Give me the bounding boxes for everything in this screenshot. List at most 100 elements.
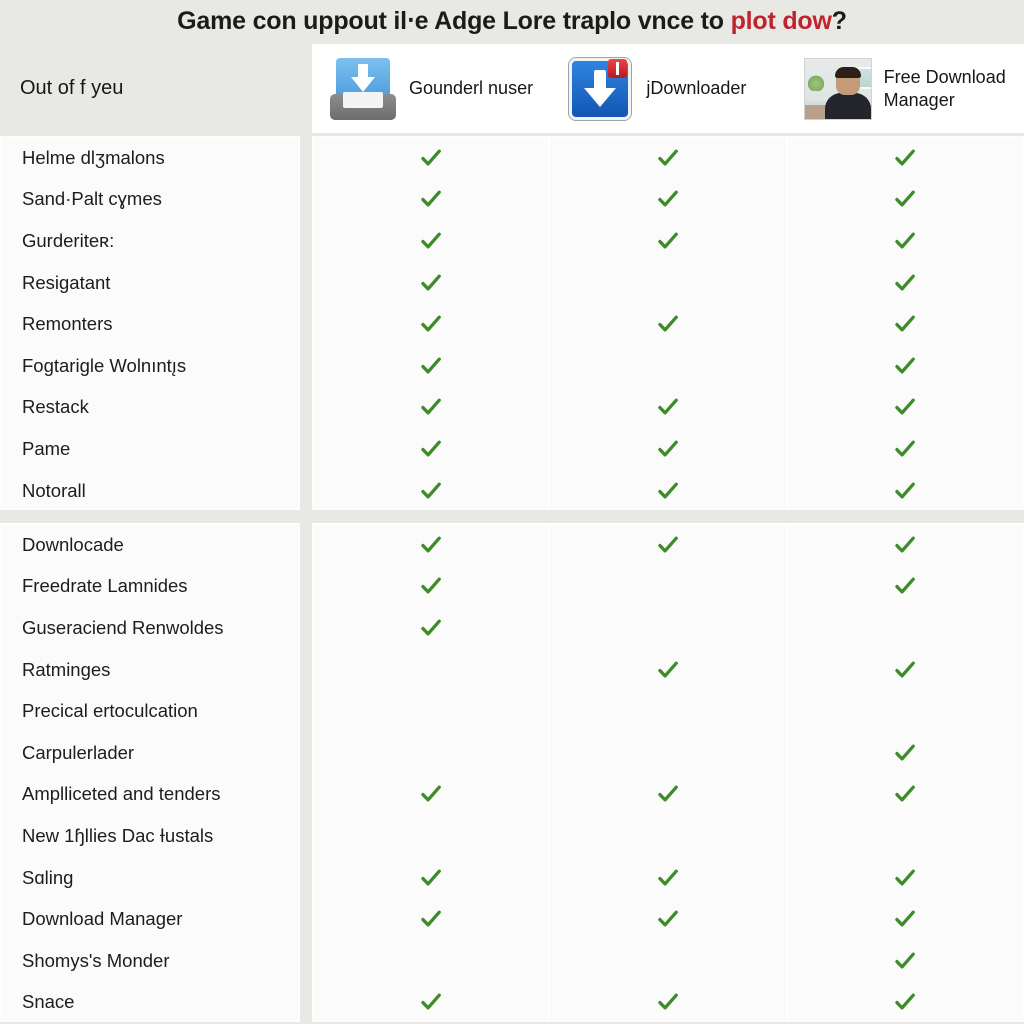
- check-icon: [658, 398, 678, 415]
- check-icon: [420, 785, 441, 802]
- feature-label-cell: Snace: [22, 991, 75, 1013]
- check-icon: [420, 274, 441, 291]
- check-icon: [420, 577, 441, 594]
- check-icon: [420, 232, 441, 249]
- support-cell: [550, 815, 785, 857]
- column-header-label: Free Download Manager: [883, 67, 1006, 110]
- check-icon: [658, 440, 678, 457]
- column-header-gounderl-nuser[interactable]: Gounderl nuser: [312, 44, 550, 133]
- check-icon: [895, 357, 916, 374]
- check-icon: [420, 190, 441, 207]
- page-title: Game con uppout il‧e Adge Lore traplo vn…: [177, 6, 847, 36]
- check-icon: [658, 536, 678, 553]
- support-cell: [550, 470, 785, 512]
- support-cell: [788, 524, 1023, 566]
- comparison-table-page: Game con uppout il‧e Adge Lore traplo vn…: [0, 0, 1024, 1024]
- feature-label-cell: Ratminges: [22, 658, 111, 680]
- column-header-label: jDownloader: [646, 78, 747, 99]
- support-cell: [313, 774, 548, 816]
- page-title-accent: plot dow: [730, 7, 832, 35]
- check-icon: [895, 910, 916, 927]
- check-icon: [895, 869, 916, 886]
- download-tray-icon: [329, 55, 397, 123]
- table-block: Helme dlʒmalons Sand·Palt cɣmes Gurderiteʀ…: [0, 136, 1024, 512]
- corner-label: Out of f yeu: [20, 77, 124, 99]
- support-cell: [788, 898, 1023, 940]
- check-icon: [895, 785, 916, 802]
- support-cell: [788, 607, 1023, 649]
- support-cell: [788, 179, 1023, 221]
- support-cell: [788, 345, 1023, 387]
- check-icon: [420, 536, 441, 553]
- support-cell: [313, 387, 548, 429]
- support-cell: [313, 303, 548, 345]
- feature-label-cell: Guseraciend Renwoldes: [22, 616, 224, 638]
- support-cell: [788, 262, 1023, 304]
- support-cell: [550, 345, 785, 387]
- check-icon: [895, 398, 916, 415]
- support-cell: [313, 607, 548, 649]
- support-cell: [313, 345, 548, 387]
- support-cell: [313, 566, 548, 608]
- column-header-label: Gounderl nuser: [409, 78, 534, 99]
- support-cell: [550, 137, 785, 179]
- data-column-2: [549, 523, 787, 1023]
- check-icon: [895, 232, 916, 249]
- check-icon: [420, 149, 441, 166]
- feature-label-cell: Fogtarigle Wolnıntı̨s: [22, 354, 187, 376]
- column-header-jdownloader[interactable]: jDownloader: [549, 44, 787, 133]
- free-download-manager-photo-icon: [803, 55, 872, 123]
- support-cell: [313, 220, 548, 262]
- header-gap: [300, 44, 312, 133]
- support-cell: [313, 898, 548, 940]
- check-icon: [420, 315, 441, 332]
- check-icon: [420, 398, 441, 415]
- support-cell: [313, 857, 548, 899]
- feature-label-cell: Sand·Palt cɣmes: [22, 188, 162, 210]
- support-cell: [788, 387, 1023, 429]
- check-icon: [420, 482, 441, 499]
- column-header-free-download-manager[interactable]: Free Download Manager: [786, 44, 1024, 133]
- table-header-row: Out of f yeu Gounderl nuser jDownloader …: [0, 44, 1024, 133]
- support-cell: [550, 387, 785, 429]
- feature-label-cell: Resigatant: [22, 271, 111, 293]
- jdownloader-icon: [566, 55, 634, 123]
- support-cell: [788, 815, 1023, 857]
- support-cell: [550, 607, 785, 649]
- data-column-3: [786, 136, 1024, 511]
- check-icon: [658, 869, 678, 886]
- check-icon: [420, 910, 441, 927]
- check-icon: [420, 993, 441, 1010]
- feature-label-cell: Notorall: [22, 479, 86, 501]
- support-cell: [550, 220, 785, 262]
- support-cell: [313, 940, 548, 982]
- check-icon: [658, 910, 678, 927]
- check-icon: [895, 952, 916, 969]
- support-cell: [550, 732, 785, 774]
- check-icon: [658, 149, 678, 166]
- support-cell: [550, 179, 785, 221]
- feature-label-cell: Freedrate Lamnides: [22, 575, 188, 597]
- check-icon: [895, 440, 916, 457]
- data-column-1: [312, 523, 550, 1024]
- support-cell: [550, 262, 785, 304]
- support-cell: [313, 982, 548, 1024]
- check-icon: [658, 315, 678, 332]
- support-cell: [550, 428, 785, 470]
- table-block: Downlocade Freedrate Lamnides Guseraciend …: [0, 523, 1024, 1024]
- check-icon: [658, 993, 678, 1010]
- support-cell: [550, 857, 785, 899]
- support-cell: [550, 898, 785, 940]
- feature-label-column: Downlocade Freedrate Lamnides Guseraciend …: [0, 523, 300, 1023]
- support-cell: [313, 815, 548, 857]
- check-icon: [895, 577, 916, 594]
- support-cell: [788, 428, 1023, 470]
- check-icon: [895, 661, 916, 678]
- feature-label-cell: New 1ɧllies Dac Ɨustals: [22, 824, 214, 846]
- support-cell: [313, 690, 548, 732]
- check-icon: [658, 661, 678, 678]
- page-title-tail: ?: [831, 7, 847, 35]
- support-cell: [788, 940, 1023, 982]
- support-cell: [550, 690, 785, 732]
- check-icon: [895, 149, 916, 166]
